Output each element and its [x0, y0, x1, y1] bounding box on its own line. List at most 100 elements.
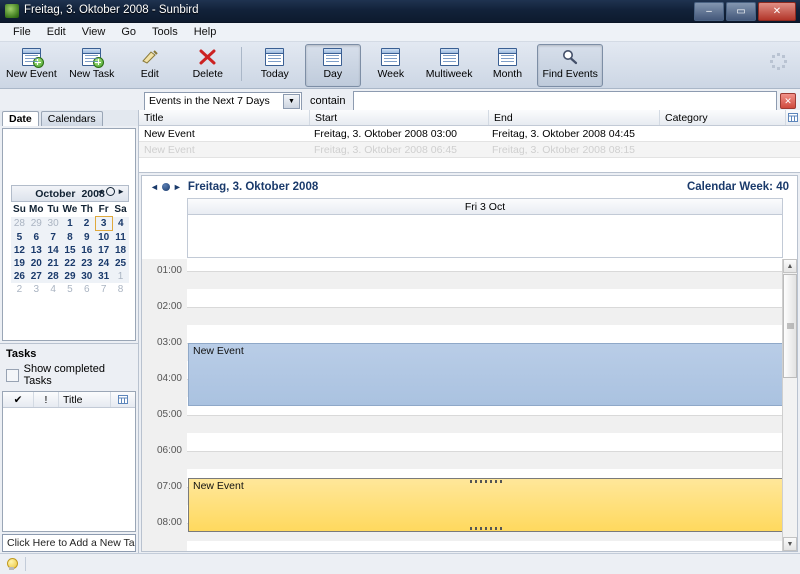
mini-calendar-day[interactable]: 1 [61, 216, 79, 231]
task-list-body[interactable] [3, 408, 135, 531]
event-col-category[interactable]: Category [660, 110, 786, 125]
scrollbar-thumb[interactable] [783, 274, 797, 378]
maximize-button[interactable]: ▭ [726, 2, 756, 21]
mini-calendar-day[interactable]: 22 [61, 257, 79, 270]
event-resize-handle[interactable] [469, 480, 502, 483]
mini-calendar-day[interactable]: 12 [11, 244, 28, 257]
table-row[interactable]: New Event Freitag, 3. Oktober 2008 03:00… [139, 126, 800, 141]
find-events-button[interactable]: Find Events [537, 44, 603, 87]
mini-calendar-day[interactable]: 29 [61, 270, 79, 283]
day-column-header[interactable]: Fri 3 Oct [187, 198, 783, 215]
menu-tools[interactable]: Tools [145, 25, 185, 39]
event-filter-select[interactable]: Events in the Next 7 Days ▼ [144, 91, 302, 111]
mini-calendar-day[interactable]: 31 [95, 270, 113, 283]
task-col-complete[interactable]: ✔ [3, 392, 34, 407]
today-button[interactable]: Today [247, 44, 303, 87]
event-col-start[interactable]: Start [310, 110, 489, 125]
prev-month-icon[interactable]: ◄ [96, 187, 104, 196]
edit-button[interactable]: Edit [122, 44, 178, 87]
new-task-input[interactable]: Click Here to Add a New Task [2, 534, 136, 552]
mini-calendar-day[interactable]: 3 [28, 283, 45, 296]
mini-calendar-day[interactable]: 30 [78, 270, 96, 283]
search-input[interactable] [353, 90, 777, 112]
minimize-button[interactable]: – [694, 2, 724, 21]
day-view-scrollbar[interactable]: ▲ ▼ [782, 259, 797, 551]
mini-calendar-day[interactable]: 8 [61, 230, 79, 244]
mini-calendar-day[interactable]: 1 [112, 270, 129, 283]
mini-calendar-day[interactable]: 15 [61, 244, 79, 257]
mini-calendar-day[interactable]: 26 [11, 270, 28, 283]
week-view-button[interactable]: Week [363, 44, 419, 87]
multiweek-view-button[interactable]: Multiweek [421, 44, 478, 87]
mini-calendar-day[interactable]: 7 [95, 283, 112, 296]
lightbulb-icon[interactable] [6, 557, 18, 571]
mini-calendar-day[interactable]: 19 [11, 257, 28, 270]
mini-calendar-day[interactable]: 14 [44, 244, 62, 257]
mini-calendar-day[interactable]: 8 [112, 283, 129, 296]
mini-calendar-day[interactable]: 2 [11, 283, 28, 296]
column-picker-icon[interactable] [111, 392, 135, 407]
next-month-icon[interactable]: ► [117, 187, 125, 196]
mini-calendar-day[interactable]: 13 [27, 244, 45, 257]
calendar-event[interactable]: New Event [188, 478, 783, 532]
menu-help[interactable]: Help [187, 25, 224, 39]
menu-view[interactable]: View [75, 25, 113, 39]
mini-calendar-day[interactable]: 24 [95, 257, 113, 270]
chevron-down-icon[interactable]: ▼ [283, 93, 300, 109]
mini-calendar-day[interactable]: 6 [27, 230, 45, 244]
menu-go[interactable]: Go [114, 25, 143, 39]
mini-calendar-day[interactable]: 30 [44, 216, 62, 231]
tab-calendars[interactable]: Calendars [40, 111, 103, 126]
close-button[interactable]: ✕ [758, 2, 796, 21]
mini-calendar-day[interactable]: 16 [78, 244, 96, 257]
mini-calendar-day[interactable]: 7 [44, 230, 62, 244]
next-day-icon[interactable]: ► [173, 182, 182, 192]
column-picker-icon[interactable] [786, 110, 800, 125]
mini-calendar-day[interactable]: 27 [27, 270, 45, 283]
show-completed-row[interactable]: Show completed Tasks [2, 363, 136, 391]
day-grid-column[interactable]: New Event New Event [187, 259, 783, 551]
mini-calendar-day[interactable]: 28 [44, 270, 62, 283]
mini-calendar-day[interactable]: 18 [112, 244, 129, 257]
delete-button[interactable]: Delete [180, 44, 236, 87]
table-row[interactable]: New Event Freitag, 3. Oktober 2008 06:45… [139, 141, 800, 158]
day-view-button[interactable]: Day [304, 44, 361, 87]
mini-calendar-day[interactable]: 28 [11, 216, 28, 231]
all-day-row[interactable] [187, 215, 783, 258]
month-view-button[interactable]: Month [479, 44, 535, 87]
mini-calendar-day[interactable]: 5 [62, 283, 79, 296]
event-col-title[interactable]: Title [139, 110, 310, 125]
clear-search-icon[interactable]: ✕ [780, 93, 796, 109]
show-completed-checkbox[interactable] [6, 368, 19, 382]
task-col-title[interactable]: Title [59, 392, 111, 407]
today-dot-icon[interactable] [106, 187, 116, 196]
new-task-button[interactable]: New Task [64, 44, 120, 87]
mini-calendar-day[interactable]: 25 [112, 257, 129, 270]
scroll-down-icon[interactable]: ▼ [783, 537, 797, 551]
mini-calendar-day[interactable]: 21 [44, 257, 62, 270]
task-col-priority[interactable]: ! [34, 392, 59, 407]
menu-file[interactable]: File [6, 25, 38, 39]
previous-day-icon[interactable]: ◄ [150, 182, 159, 192]
mini-calendar-day[interactable]: 5 [11, 230, 28, 244]
mini-calendar-day[interactable]: 9 [78, 230, 96, 244]
mini-calendar-day[interactable]: 20 [27, 257, 45, 270]
go-today-icon[interactable] [161, 183, 170, 191]
mini-calendar-day[interactable]: 29 [27, 216, 45, 231]
mini-calendar-day[interactable]: 6 [78, 283, 95, 296]
mini-calendar-day[interactable]: 3 [94, 216, 113, 231]
new-event-button[interactable]: New Event [1, 44, 62, 87]
mini-calendar-day[interactable]: 10 [95, 230, 113, 244]
calendar-event[interactable]: New Event [188, 343, 783, 406]
scroll-up-icon[interactable]: ▲ [783, 259, 797, 273]
mini-calendar-day[interactable]: 17 [95, 244, 113, 257]
mini-calendar-day[interactable]: 11 [112, 230, 129, 244]
mini-calendar-day[interactable]: 2 [78, 216, 96, 231]
mini-calendar-day[interactable]: 23 [78, 257, 96, 270]
mini-calendar-day[interactable]: 4 [112, 216, 129, 231]
menu-edit[interactable]: Edit [40, 25, 73, 39]
event-resize-handle[interactable] [469, 527, 502, 530]
event-col-end[interactable]: End [489, 110, 660, 125]
tab-date[interactable]: Date [2, 111, 39, 126]
mini-calendar-day[interactable]: 4 [45, 283, 62, 296]
